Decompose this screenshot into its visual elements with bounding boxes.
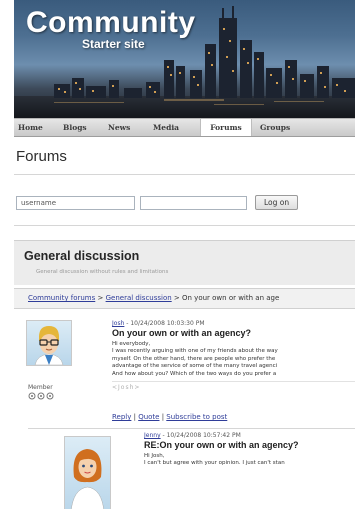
- post-body: Hi everybody, I was recently arguing wit…: [112, 341, 355, 378]
- login-form: username Log on: [16, 195, 299, 210]
- post-title: On your own or with an agency?: [112, 328, 252, 338]
- site-subtitle: Starter site: [82, 37, 145, 51]
- post-content: Josh - 10/24/2008 10:03:30 PM On your ow…: [112, 320, 355, 391]
- site-logo[interactable]: Community Starter site: [26, 6, 196, 52]
- nav-forums[interactable]: Forums: [200, 119, 252, 136]
- post-signature: <Josh>: [112, 384, 141, 392]
- signature-divider: [112, 381, 355, 383]
- post-line: Hi Josh,: [144, 453, 165, 459]
- breadcrumb-current: On your own or with an age: [182, 294, 280, 302]
- post-author-link[interactable]: Josh: [112, 320, 124, 327]
- rank-icon: [46, 392, 54, 400]
- forum-description: General discussion without rules and lim…: [36, 269, 169, 275]
- divider: [14, 174, 355, 175]
- post-content: Jenny - 10/24/2008 10:57:42 PM RE:On you…: [144, 432, 355, 468]
- divider: [14, 225, 355, 226]
- post-author-link[interactable]: Jenny: [144, 432, 161, 439]
- breadcrumb-separator: >: [95, 294, 106, 302]
- post-line: myself. On the other hand, there are peo…: [112, 355, 276, 362]
- breadcrumb-separator: >: [171, 294, 183, 302]
- post-date: - 10/24/2008 10:57:42 PM: [160, 432, 241, 439]
- quote-link[interactable]: Quote: [138, 413, 159, 421]
- main-nav: Home Blogs News Media Forums Groups: [14, 118, 355, 137]
- post-meta: Josh - 10/24/2008 10:03:30 PM: [112, 320, 355, 327]
- rank-icon: [28, 392, 36, 400]
- breadcrumb-root[interactable]: Community forums: [28, 294, 95, 302]
- username-field[interactable]: username: [16, 195, 135, 210]
- post-line: And how about you? Which of the two ways…: [112, 370, 277, 377]
- post-title: RE:On your own or with an agency?: [144, 440, 299, 450]
- post-line: Hi everybody,: [112, 341, 151, 347]
- log-on-button[interactable]: Log on: [255, 195, 299, 210]
- divider: [28, 428, 355, 429]
- avatar[interactable]: [26, 320, 72, 366]
- nav-blogs[interactable]: Blogs: [59, 119, 104, 136]
- post-meta: Jenny - 10/24/2008 10:57:42 PM: [144, 432, 355, 439]
- female-avatar-icon: [71, 449, 104, 509]
- forum-title: General discussion: [24, 249, 140, 263]
- breadcrumb-forum[interactable]: General discussion: [106, 294, 172, 302]
- forum-post-reply: Jenny - 10/24/2008 10:57:42 PM RE:On you…: [14, 430, 355, 509]
- post-actions: Reply | Quote | Subscribe to post: [112, 413, 227, 421]
- subscribe-link[interactable]: Subscribe to post: [166, 413, 227, 421]
- password-field[interactable]: [140, 195, 247, 210]
- reply-link[interactable]: Reply: [112, 413, 131, 421]
- forum-header: General discussion General discussion wi…: [14, 240, 355, 285]
- nav-groups[interactable]: Groups: [252, 119, 297, 136]
- post-line: I can't but agree with your opinion. I j…: [144, 460, 285, 467]
- nav-news[interactable]: News: [104, 119, 149, 136]
- post-line: advantage of the service of some of the …: [112, 363, 278, 370]
- breadcrumb: Community forums > General discussion > …: [14, 288, 355, 309]
- site-banner: Community Starter site: [14, 0, 355, 118]
- forum-post: Member Josh - 10/24/2008 10:03:30 PM On …: [14, 312, 355, 426]
- nav-media[interactable]: Media: [149, 119, 194, 136]
- male-avatar-icon: [34, 326, 64, 366]
- avatar[interactable]: [64, 436, 111, 509]
- post-date: - 10/24/2008 10:03:30 PM: [124, 320, 205, 327]
- post-body: Hi Josh, I can't but agree with your opi…: [144, 453, 355, 468]
- member-rank: Member: [28, 384, 53, 391]
- page-title: Forums: [16, 148, 67, 165]
- rank-stars: [28, 392, 54, 400]
- post-line: I was recently arguing with one of my fr…: [112, 348, 278, 355]
- nav-home[interactable]: Home: [14, 119, 59, 136]
- site-title: Community: [26, 6, 196, 39]
- rank-icon: [37, 392, 45, 400]
